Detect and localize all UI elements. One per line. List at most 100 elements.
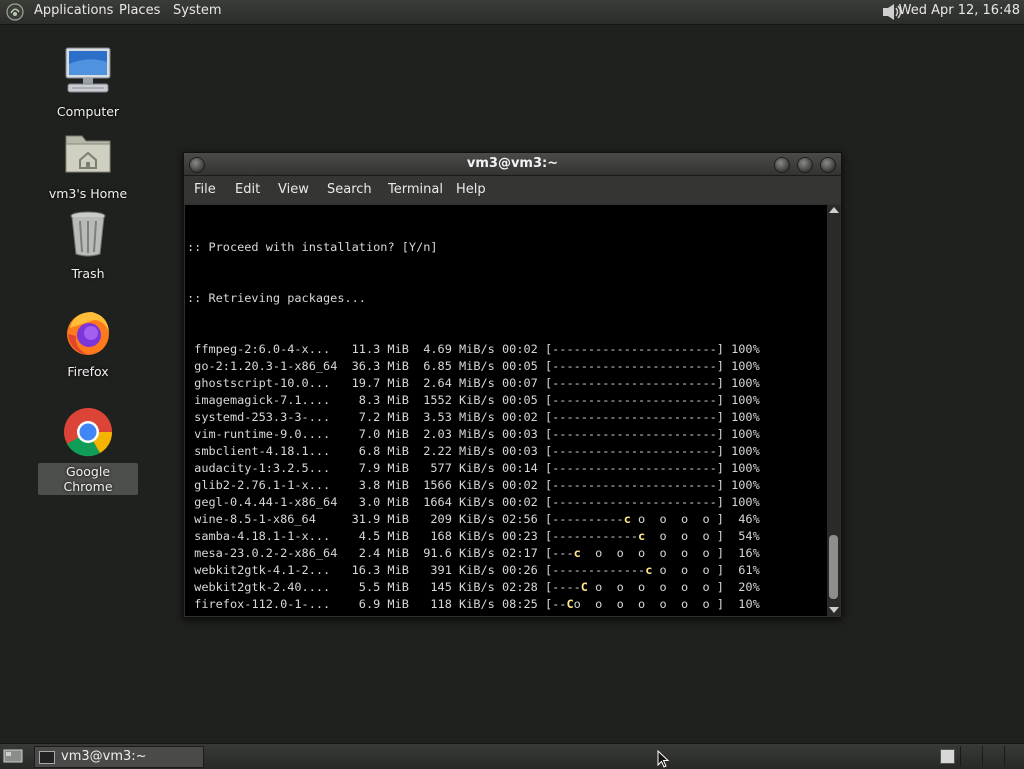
- download-package: smbclient-4.18.1...: [194, 444, 331, 458]
- terminal-line: :: Retrieving packages...: [187, 291, 366, 305]
- download-percent: 10%: [738, 597, 760, 611]
- menu-terminal[interactable]: Terminal: [388, 176, 443, 204]
- download-percent: 61%: [738, 563, 760, 577]
- download-percent: 100%: [731, 410, 760, 424]
- download-progress-bar: -----------------------: [552, 427, 717, 441]
- places-menu[interactable]: Places: [119, 0, 160, 24]
- pacman-icon: c: [645, 614, 652, 616]
- chrome-icon: [64, 408, 113, 457]
- menu-view[interactable]: View: [278, 176, 309, 204]
- download-percent: 100%: [731, 359, 760, 373]
- terminal-scrollbar[interactable]: [827, 205, 840, 616]
- download-size: 6.9 MiB: [358, 597, 409, 611]
- download-size: 4.5 MiB: [358, 529, 409, 543]
- terminal-text: :: Proceed with installation? [Y/n] :: R…: [187, 205, 760, 616]
- panel-clock[interactable]: Wed Apr 12, 16:48: [899, 0, 1020, 22]
- menu-search[interactable]: Search: [327, 176, 372, 204]
- download-row: imagemagick-7.1.... 8.3 MiB 1552 KiB/s 00…: [194, 393, 760, 407]
- download-package: wine-8.5-1-x86_64: [194, 512, 316, 526]
- download-package: webkit2gtk-4.1-2...: [194, 563, 331, 577]
- terminal-line: :: Proceed with installation? [Y/n]: [187, 240, 438, 254]
- workspace-2[interactable]: [960, 746, 981, 766]
- download-progress-bar: -----------------------: [552, 461, 717, 475]
- workspace-4[interactable]: [1004, 746, 1024, 766]
- desktop-icon-computer[interactable]: Computer: [38, 44, 138, 120]
- desktop-icon-label: Computer: [56, 104, 120, 119]
- terminal-window[interactable]: vm3@vm3:~ File Edit View Search Terminal…: [183, 152, 842, 618]
- gnome-foot-icon[interactable]: [6, 3, 24, 21]
- download-rate: 577 KiB/s: [430, 461, 495, 475]
- minimize-button[interactable]: [774, 157, 790, 173]
- download-package: mesa-23.0.2-2-x86_64: [194, 546, 338, 560]
- download-size: 8.3 MiB: [358, 393, 409, 407]
- maximize-button[interactable]: [797, 157, 813, 173]
- download-percent: 100%: [731, 393, 760, 407]
- menu-help[interactable]: Help: [456, 176, 486, 204]
- download-rate: 1566 KiB/s: [423, 478, 495, 492]
- download-rate: 2.22 MiB/s: [423, 444, 495, 458]
- download-percent: 100%: [731, 444, 760, 458]
- download-size: 31.9 MiB: [351, 512, 409, 526]
- download-package: go-2:1.20.3-1-x86_64: [194, 359, 338, 373]
- desktop-icon-trash[interactable]: Trash: [38, 206, 138, 282]
- download-rate: 2.64 MiB/s: [423, 376, 495, 390]
- download-progress-bar: ------------c o o o: [552, 529, 717, 543]
- download-eta: 00:05: [502, 359, 538, 373]
- download-package: ghostscript-10.0...: [194, 376, 331, 390]
- desktop-icon-label: vm3's Home: [48, 186, 128, 201]
- download-progress-bar: -----------------------: [552, 376, 717, 390]
- download-size: 3.8 MiB: [358, 478, 409, 492]
- download-rate: 2.03 MiB/s: [423, 427, 495, 441]
- close-button[interactable]: [820, 157, 836, 173]
- scrollbar-thumb[interactable]: [829, 535, 838, 599]
- download-size: 7.9 MiB: [358, 461, 409, 475]
- download-progress-bar: --Co o o o o o o: [552, 597, 717, 611]
- download-size: 2.4 MiB: [358, 546, 409, 560]
- system-menu[interactable]: System: [173, 0, 221, 24]
- download-percent: 100%: [731, 495, 760, 509]
- download-rate: 1552 KiB/s: [423, 393, 495, 407]
- download-size: 16.3 MiB: [351, 563, 409, 577]
- download-row: webkit2gtk-2.40.... 5.5 MiB 145 KiB/s 02:…: [194, 580, 760, 594]
- download-rate: 209 KiB/s: [430, 512, 495, 526]
- menu-file[interactable]: File: [194, 176, 216, 204]
- desktop-icon-chrome[interactable]: Google Chrome: [38, 404, 138, 495]
- download-row: gegl-0.4.44-1-x86_64 3.0 MiB 1664 KiB/s 0…: [194, 495, 760, 509]
- bottom-panel: vm3@vm3:~: [0, 743, 1024, 769]
- download-row: mesa-23.0.2-2-x86_64 2.4 MiB 91.6 KiB/s 0…: [194, 546, 760, 560]
- download-size: 3.0 MiB: [358, 495, 409, 509]
- download-size: 6.8 MiB: [358, 444, 409, 458]
- window-titlebar[interactable]: vm3@vm3:~: [184, 153, 841, 176]
- taskbar-terminal-button[interactable]: vm3@vm3:~: [34, 746, 204, 768]
- download-eta: 00:03: [502, 427, 538, 441]
- download-size: 2.4 MiB: [345, 613, 409, 616]
- menu-edit[interactable]: Edit: [235, 176, 260, 204]
- show-desktop-icon[interactable]: [3, 748, 23, 764]
- download-package: gegl-0.4.44-1-x86_64: [194, 495, 338, 509]
- taskbar-label: vm3@vm3:~: [61, 749, 147, 764]
- workspace-3[interactable]: [982, 746, 1003, 766]
- download-eta: 02:28: [502, 580, 538, 594]
- workspace-1[interactable]: [940, 749, 955, 764]
- download-eta: 00:02: [502, 342, 538, 356]
- download-eta: 00:23: [502, 529, 538, 543]
- download-rate: 6.85 MiB/s: [423, 359, 495, 373]
- scroll-up-arrow-icon[interactable]: [829, 207, 839, 213]
- pacman-icon: c: [645, 563, 653, 577]
- desktop-icon-home[interactable]: vm3's Home: [38, 126, 138, 202]
- terminal-output[interactable]: :: Proceed with installation? [Y/n] :: R…: [185, 205, 827, 616]
- scroll-down-arrow-icon[interactable]: [829, 607, 839, 613]
- applications-menu[interactable]: Applications: [34, 0, 113, 24]
- pacman-icon: c: [638, 529, 646, 543]
- download-package: glib2-2.76.1-1-x...: [194, 478, 331, 492]
- window-title: vm3@vm3:~: [466, 156, 559, 171]
- download-package: audacity-1:3.2.5...: [194, 461, 331, 475]
- download-row: graphviz-8.0.2-1...2.4 MiB 124 KiB/s 00:…: [187, 613, 760, 616]
- download-row: webkit2gtk-4.1-2... 16.3 MiB 391 KiB/s 00…: [194, 563, 760, 577]
- download-progress-bar: -----------------------: [552, 444, 717, 458]
- download-percent: 100%: [731, 478, 760, 492]
- download-progress-bar: ----C o o o o o o: [552, 580, 717, 594]
- download-progress-bar: -----------------------: [552, 359, 717, 373]
- download-eta: 00:02: [502, 495, 538, 509]
- desktop-icon-firefox[interactable]: Firefox: [38, 304, 138, 380]
